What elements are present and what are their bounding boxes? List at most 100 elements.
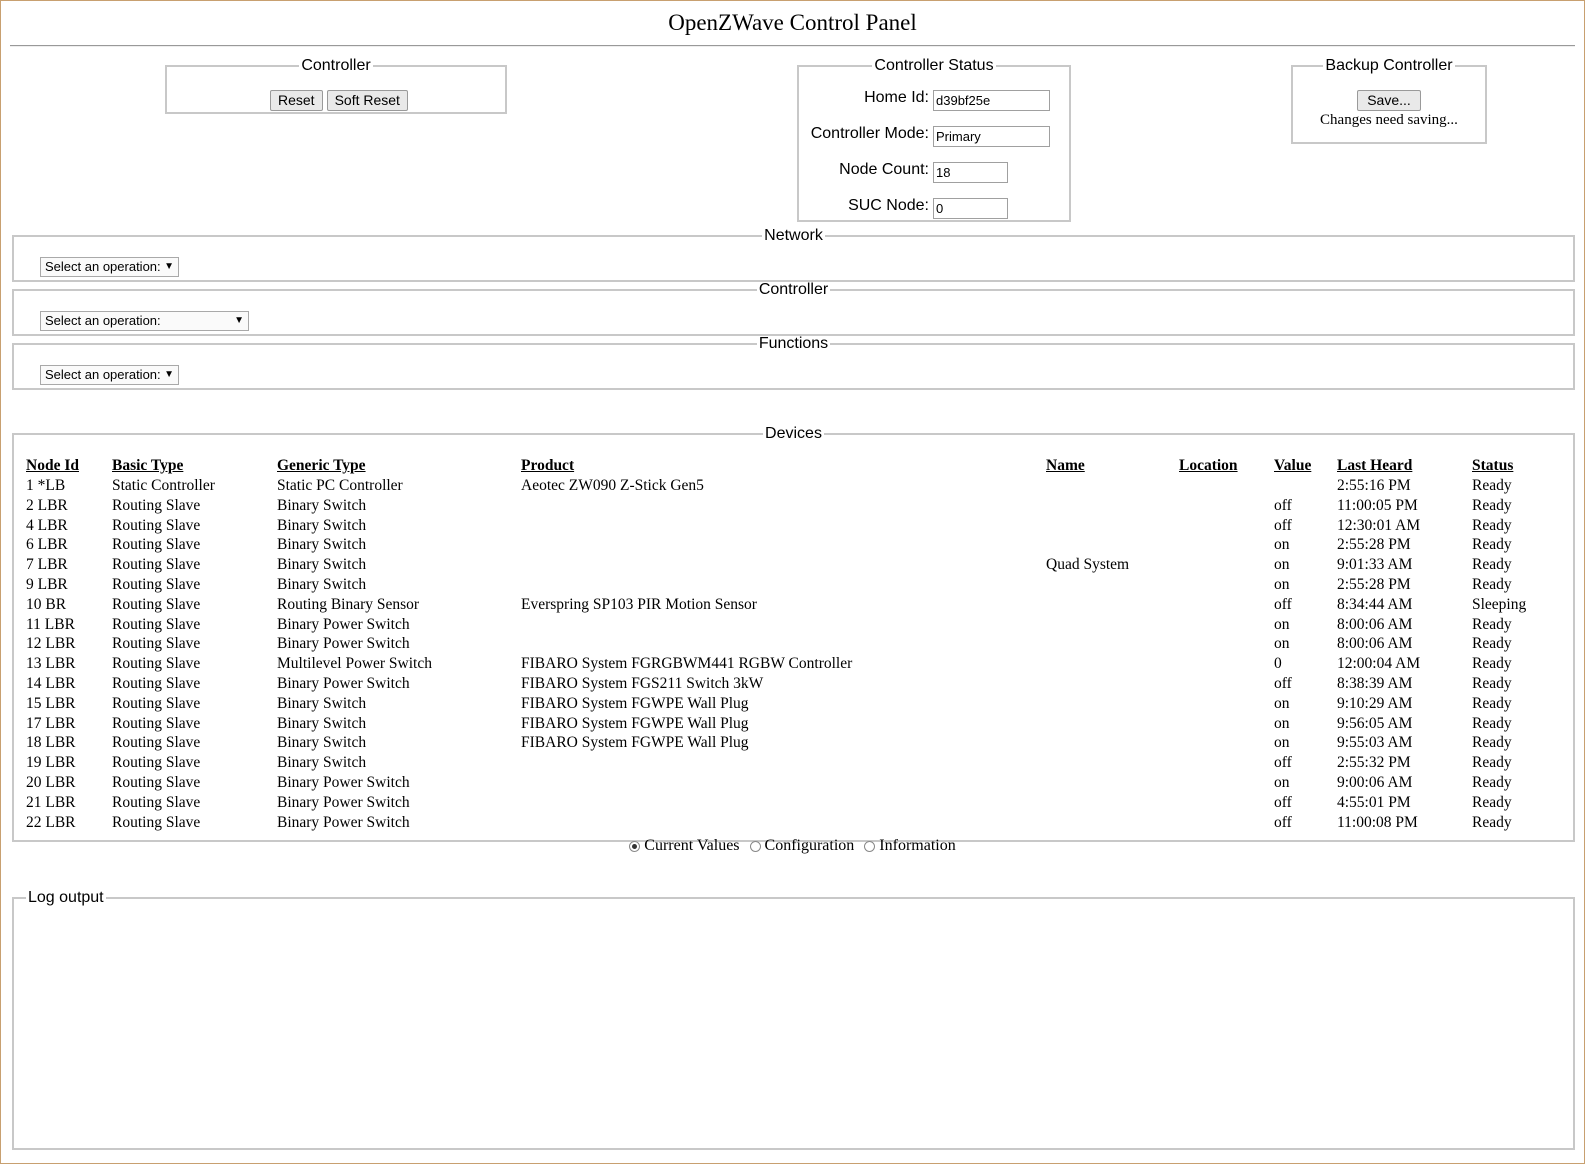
save-button[interactable]: Save... <box>1357 90 1421 111</box>
status-cell: Ready <box>1472 536 1512 554</box>
location-cell <box>1179 773 1274 793</box>
generic-type-cell: Binary Power Switch <box>277 635 410 653</box>
table-row[interactable]: 6 LBR Routing Slave Binary Switch on 2:55:28… <box>26 535 1572 555</box>
basic-type-cell: Routing Slave <box>112 754 201 772</box>
controller-status-legend: Controller Status <box>874 57 994 74</box>
table-row[interactable]: 11 LBR Routing Slave Binary Power Switch on… <box>26 615 1572 635</box>
value-cell: 0 <box>1274 655 1282 673</box>
configuration-label: Configuration <box>764 837 855 854</box>
name-cell <box>1046 496 1179 516</box>
column-header[interactable]: Generic Type <box>277 456 521 476</box>
status-cell: Ready <box>1472 674 1512 692</box>
home-id-label: Home Id: <box>864 89 929 106</box>
product-cell <box>521 516 1046 536</box>
status-cell: Ready <box>1472 793 1512 811</box>
basic-type-cell: Static Controller <box>112 477 215 494</box>
node-id-cell: 22 LBR <box>26 813 76 831</box>
last-heard-cell: 2:55:28 PM <box>1337 575 1411 593</box>
view-options: Current Values Configuration Information <box>1 837 1584 857</box>
value-cell: on <box>1274 556 1290 574</box>
node-id-cell: 4 LBR <box>26 516 68 534</box>
table-row[interactable]: 22 LBR Routing Slave Binary Power Switch of… <box>26 813 1572 833</box>
column-header[interactable]: Node Id <box>26 456 112 476</box>
table-row[interactable]: 9 LBR Routing Slave Binary Switch on 2:55:28… <box>26 575 1572 595</box>
node-id-cell: 14 LBR <box>26 674 76 692</box>
functions-legend: Functions <box>758 335 829 352</box>
column-header[interactable]: Name <box>1046 456 1179 476</box>
name-cell <box>1046 654 1179 674</box>
generic-type-cell: Binary Switch <box>277 694 367 712</box>
devices-table: Node Id Basic Type Generic Type Product Name… <box>26 456 1572 832</box>
last-heard-cell: 8:34:44 AM <box>1337 595 1413 613</box>
name-cell <box>1046 773 1179 793</box>
table-row[interactable]: 15 LBR Routing Slave Binary Switch FIBARO S… <box>26 694 1572 714</box>
node-id-cell: 18 LBR <box>26 734 76 752</box>
status-cell: Ready <box>1472 813 1512 831</box>
last-heard-cell: 8:00:06 AM <box>1337 615 1413 633</box>
column-header[interactable]: Value <box>1274 456 1337 476</box>
value-cell: on <box>1274 734 1290 752</box>
table-row[interactable]: 17 LBR Routing Slave Binary Switch FIBARO S… <box>26 714 1572 734</box>
product-cell <box>521 496 1046 516</box>
information-radio[interactable]: Information <box>864 837 956 855</box>
node-count-field[interactable] <box>933 162 1008 183</box>
controller-operation-select[interactable]: Select an operation: ▼ <box>40 311 249 331</box>
column-header[interactable]: Product <box>521 456 1046 476</box>
value-cell: on <box>1274 536 1290 554</box>
table-row[interactable]: 20 LBR Routing Slave Binary Power Switch on… <box>26 773 1572 793</box>
backup-controller-panel: Backup Controller Save... Changes need s… <box>1291 57 1487 144</box>
name-cell <box>1046 516 1179 536</box>
controller-mode-field[interactable] <box>933 126 1050 147</box>
product-cell: FIBARO System FGWPE Wall Plug <box>521 734 749 752</box>
last-heard-cell: 9:01:33 AM <box>1337 556 1413 574</box>
value-cell: on <box>1274 635 1290 653</box>
last-heard-cell: 8:38:39 AM <box>1337 674 1413 692</box>
node-id-cell: 6 LBR <box>26 536 68 554</box>
last-heard-cell: 9:10:29 AM <box>1337 694 1413 712</box>
node-id-cell: 20 LBR <box>26 773 76 791</box>
value-cell: off <box>1274 793 1292 811</box>
configuration-radio[interactable]: Configuration <box>749 837 855 855</box>
table-row[interactable]: 10 BR Routing Slave Routing Binary Sensor E… <box>26 595 1572 615</box>
location-cell <box>1179 714 1274 734</box>
location-cell <box>1179 476 1274 496</box>
reset-button[interactable]: Reset <box>270 90 323 111</box>
column-header[interactable]: Location <box>1179 456 1274 476</box>
home-id-field[interactable] <box>933 90 1050 111</box>
suc-node-field[interactable] <box>933 198 1008 219</box>
page-title: OpenZWave Control Panel <box>668 10 917 35</box>
status-cell: Ready <box>1472 734 1512 752</box>
table-row[interactable]: 19 LBR Routing Slave Binary Switch off 2:55:… <box>26 753 1572 773</box>
functions-select-value: Select an operation: <box>45 367 161 382</box>
column-header[interactable]: Last Heard <box>1337 456 1472 476</box>
product-cell: Aeotec ZW090 Z-Stick Gen5 <box>521 477 704 494</box>
value-cell: off <box>1274 813 1292 831</box>
table-row[interactable]: 12 LBR Routing Slave Binary Power Switch on… <box>26 634 1572 654</box>
functions-operation-select[interactable]: Select an operation: ▼ <box>40 365 179 385</box>
table-row[interactable]: 7 LBR Routing Slave Binary Switch Quad Syst… <box>26 555 1572 575</box>
network-operation-select[interactable]: Select an operation: ▼ <box>40 257 179 277</box>
table-row[interactable]: 4 LBR Routing Slave Binary Switch off 12:30:… <box>26 516 1572 536</box>
log-output-area[interactable] <box>22 913 1565 1142</box>
log-output-panel: Log output <box>12 889 1575 1150</box>
table-row[interactable]: 18 LBR Routing Slave Binary Switch FIBARO S… <box>26 733 1572 753</box>
table-row[interactable]: 2 LBR Routing Slave Binary Switch off 11:00:… <box>26 496 1572 516</box>
soft-reset-button[interactable]: Soft Reset <box>326 90 408 111</box>
devices-legend: Devices <box>765 425 822 442</box>
node-id-cell: 13 LBR <box>26 655 76 673</box>
table-row[interactable]: 14 LBR Routing Slave Binary Power Switch FI… <box>26 674 1572 694</box>
column-header[interactable]: Status <box>1472 456 1572 476</box>
value-cell: on <box>1274 694 1290 712</box>
name-cell <box>1046 535 1179 555</box>
generic-type-cell: Multilevel Power Switch <box>277 655 432 673</box>
table-row[interactable]: 13 LBR Routing Slave Multilevel Power Swit… <box>26 654 1572 674</box>
node-count-label: Node Count: <box>839 161 929 178</box>
location-cell <box>1179 753 1274 773</box>
name-cell <box>1046 476 1179 496</box>
column-header[interactable]: Basic Type <box>112 456 277 476</box>
status-cell: Ready <box>1472 575 1512 593</box>
table-row[interactable]: 1 *LB Static Controller Static PC Controll… <box>26 476 1572 496</box>
name-cell <box>1046 733 1179 753</box>
table-row[interactable]: 21 LBR Routing Slave Binary Power Switch of… <box>26 793 1572 813</box>
current-values-radio[interactable]: Current Values <box>629 837 740 855</box>
